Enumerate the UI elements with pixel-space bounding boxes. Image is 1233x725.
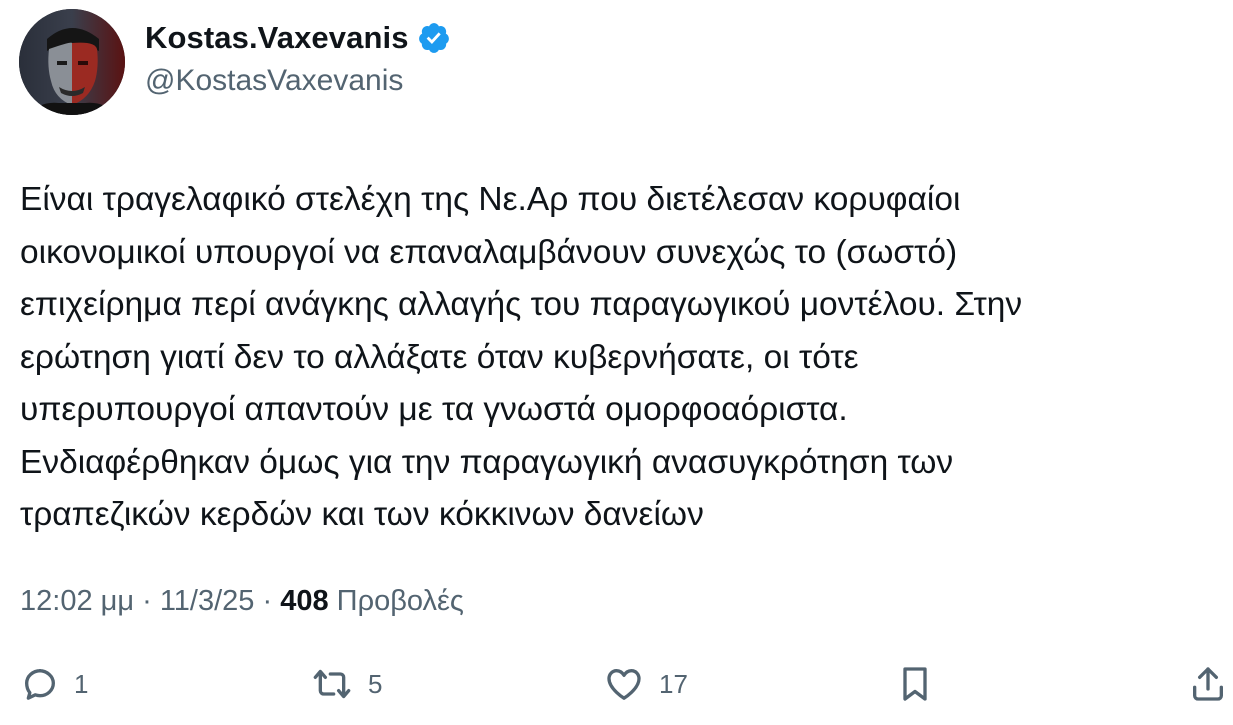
retweet-button[interactable]: 5 [310, 664, 382, 704]
heart-icon [603, 664, 645, 704]
meta-separator: · [254, 585, 281, 617]
verified-badge-icon[interactable] [417, 21, 451, 55]
author-handle[interactable]: @KostasVaxevanis [145, 64, 403, 98]
reply-count: 1 [74, 668, 89, 699]
like-count: 17 [659, 668, 688, 699]
bookmark-icon [895, 664, 935, 704]
retweet-icon [310, 664, 354, 704]
reply-icon [20, 664, 60, 704]
tweet-time[interactable]: 12:02 μμ [20, 585, 134, 617]
share-button[interactable] [1188, 664, 1228, 704]
share-icon [1188, 664, 1228, 704]
author-display-name[interactable]: Kostas.Vaxevanis [145, 20, 409, 56]
tweet-meta: 12:02 μμ · 11/3/25 · 408 Προβολές [20, 585, 464, 618]
retweet-count: 5 [368, 668, 383, 699]
profile-avatar-image [19, 9, 125, 115]
tweet-text: Είναι τραγελαφικό στελέχη της Νε.Αρ που … [20, 181, 1023, 533]
tweet-card: Kostas.Vaxevanis @KostasVaxevanis Είναι … [0, 0, 1233, 725]
views-label: Προβολές [336, 585, 464, 617]
like-button[interactable]: 17 [603, 664, 688, 704]
views-count: 408 [280, 585, 329, 617]
avatar[interactable] [19, 9, 125, 115]
meta-separator: · [134, 585, 160, 617]
bookmark-button[interactable] [895, 664, 935, 704]
reply-button[interactable]: 1 [20, 664, 88, 704]
tweet-date[interactable]: 11/3/25 [160, 585, 255, 617]
author-name-row: Kostas.Vaxevanis [145, 20, 451, 56]
